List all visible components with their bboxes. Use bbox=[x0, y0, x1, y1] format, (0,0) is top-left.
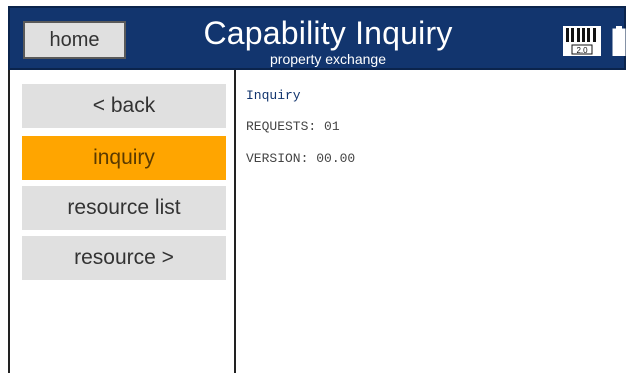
back-button[interactable]: < back bbox=[22, 84, 226, 128]
inquiry-button[interactable]: inquiry bbox=[22, 136, 226, 180]
sidebar: < back inquiry resource list resource > bbox=[10, 70, 236, 373]
midi-2.0-logo-icon: 2.0 bbox=[563, 26, 601, 56]
requests-line: REQUESTS: 01 bbox=[246, 119, 340, 134]
logo-version-label: 2.0 bbox=[576, 46, 588, 55]
home-button[interactable]: home bbox=[23, 21, 126, 59]
version-line: VERSION: 00.00 bbox=[246, 151, 356, 166]
main-area: < back inquiry resource list resource > … bbox=[8, 70, 626, 373]
header-bar: home Capability Inquiry property exchang… bbox=[8, 6, 626, 70]
resource-list-button[interactable]: resource list bbox=[22, 186, 226, 230]
resource-forward-button[interactable]: resource > bbox=[22, 236, 226, 280]
content-heading: Inquiry bbox=[246, 88, 301, 103]
page-title: Capability Inquiry bbox=[203, 15, 453, 51]
battery-icon bbox=[612, 26, 626, 56]
page-subtitle: property exchange bbox=[270, 51, 386, 67]
app-window: home Capability Inquiry property exchang… bbox=[0, 0, 626, 373]
